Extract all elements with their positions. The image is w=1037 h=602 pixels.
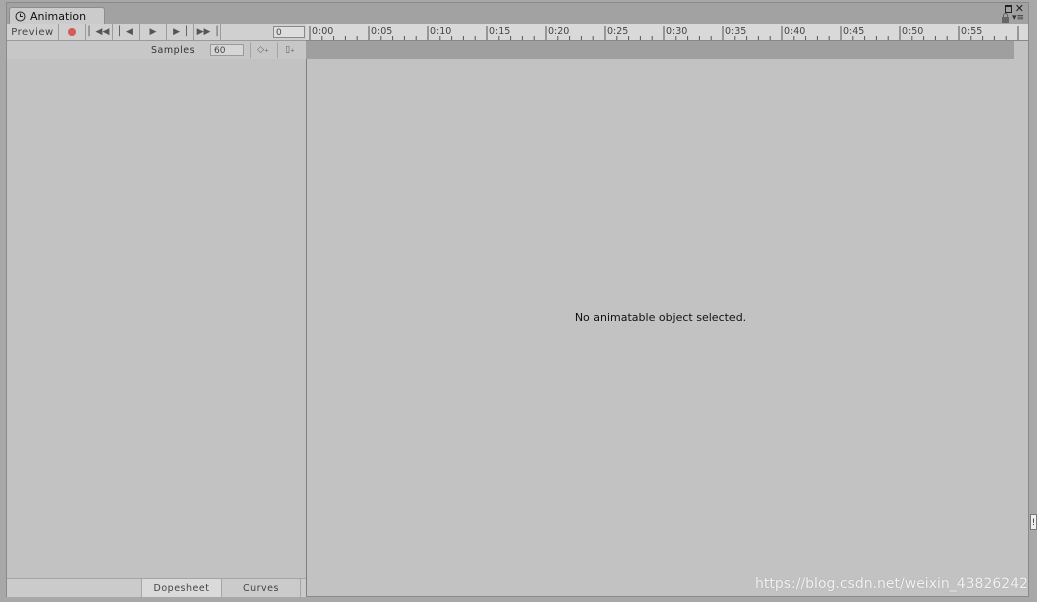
frame-input[interactable]: 0 (273, 26, 305, 38)
ruler-label: 0:05 (371, 26, 392, 37)
tab-title: Animation (30, 9, 87, 23)
add-event-icon: ▯₊ (285, 45, 295, 55)
property-list (7, 59, 306, 579)
add-keyframe-button[interactable]: ◇₊ (250, 42, 275, 58)
ruler-label: 0:35 (725, 26, 746, 37)
empty-state-message: No animatable object selected. (574, 311, 747, 324)
samples-bar: Samples 60 ◇₊ ▯₊ (7, 41, 306, 60)
add-event-button[interactable]: ▯₊ (277, 42, 302, 58)
skip-first-icon: ▏◀◀ (88, 27, 110, 37)
record-button[interactable] (59, 24, 86, 40)
view-mode-tabs: Dopesheet Curves (7, 578, 306, 597)
play-icon: ▶ (149, 27, 157, 37)
ruler-label: 0:45 (843, 26, 864, 37)
ruler-label: 0:55 (961, 26, 982, 37)
tab-bar: Animation ✕ ▾≡ (7, 3, 1028, 25)
lock-icon[interactable] (1001, 13, 1009, 23)
window-controls: ✕ ▾≡ (1001, 3, 1024, 23)
prev-key-icon: ▏◀ (119, 27, 133, 37)
prev-keyframe-button[interactable]: ▏◀ (113, 24, 140, 40)
watermark: https://blog.csdn.net/weixin_43826242 (754, 576, 1028, 592)
ruler-label: 0:40 (784, 26, 805, 37)
next-keyframe-button[interactable]: ▶▕ (167, 24, 194, 40)
animation-toolbar: Preview ▏◀◀ ▏◀ ▶ ▶▕ ▶▶▕ 0 (7, 24, 306, 41)
tab-curves[interactable]: Curves (221, 579, 301, 597)
play-button[interactable]: ▶ (140, 24, 167, 40)
maximize-icon[interactable] (1004, 4, 1012, 13)
add-key-icon: ◇₊ (257, 45, 269, 55)
ruler-label: 0:15 (489, 26, 510, 37)
warning-icon: ! (1030, 514, 1037, 530)
menu-icon[interactable]: ▾≡ (1012, 14, 1024, 23)
tab-animation[interactable]: Animation (9, 7, 105, 24)
ruler-label: 0:00 (312, 26, 333, 37)
tab-dopesheet[interactable]: Dopesheet (141, 579, 221, 597)
ruler-label: 0:30 (666, 26, 687, 37)
event-strip[interactable] (306, 41, 1014, 59)
ruler-label: 0:20 (548, 26, 569, 37)
ruler-label: 0:10 (430, 26, 451, 37)
next-key-icon: ▶▕ (173, 27, 187, 37)
close-icon[interactable]: ✕ (1015, 3, 1024, 14)
ruler-label: 0:25 (607, 26, 628, 37)
samples-input[interactable]: 60 (210, 44, 244, 56)
ruler-ticks: 0:00 0:05 0:10 0:15 0:20 0:25 0:30 0:35 0:40 0:45… (309, 26, 1019, 40)
frame-field-wrap: 0 (221, 24, 306, 40)
ruler-label: 0:50 (902, 26, 923, 37)
record-icon (68, 28, 76, 36)
timeline-ruler[interactable]: 0:00 0:05 0:10 0:15 0:20 0:25 0:30 0:35 0:40 0:45… (306, 24, 1028, 41)
last-keyframe-button[interactable]: ▶▶▕ (194, 24, 221, 40)
clock-icon (15, 11, 26, 21)
pane-divider[interactable] (306, 59, 307, 596)
skip-last-icon: ▶▶▕ (196, 27, 218, 37)
preview-button[interactable]: Preview (7, 24, 59, 40)
animation-window: Animation ✕ ▾≡ Preview ▏◀◀ ▏◀ ▶ ▶▕ ▶▶▕ 0… (6, 2, 1029, 597)
samples-label: Samples (151, 45, 196, 56)
first-keyframe-button[interactable]: ▏◀◀ (86, 24, 113, 40)
